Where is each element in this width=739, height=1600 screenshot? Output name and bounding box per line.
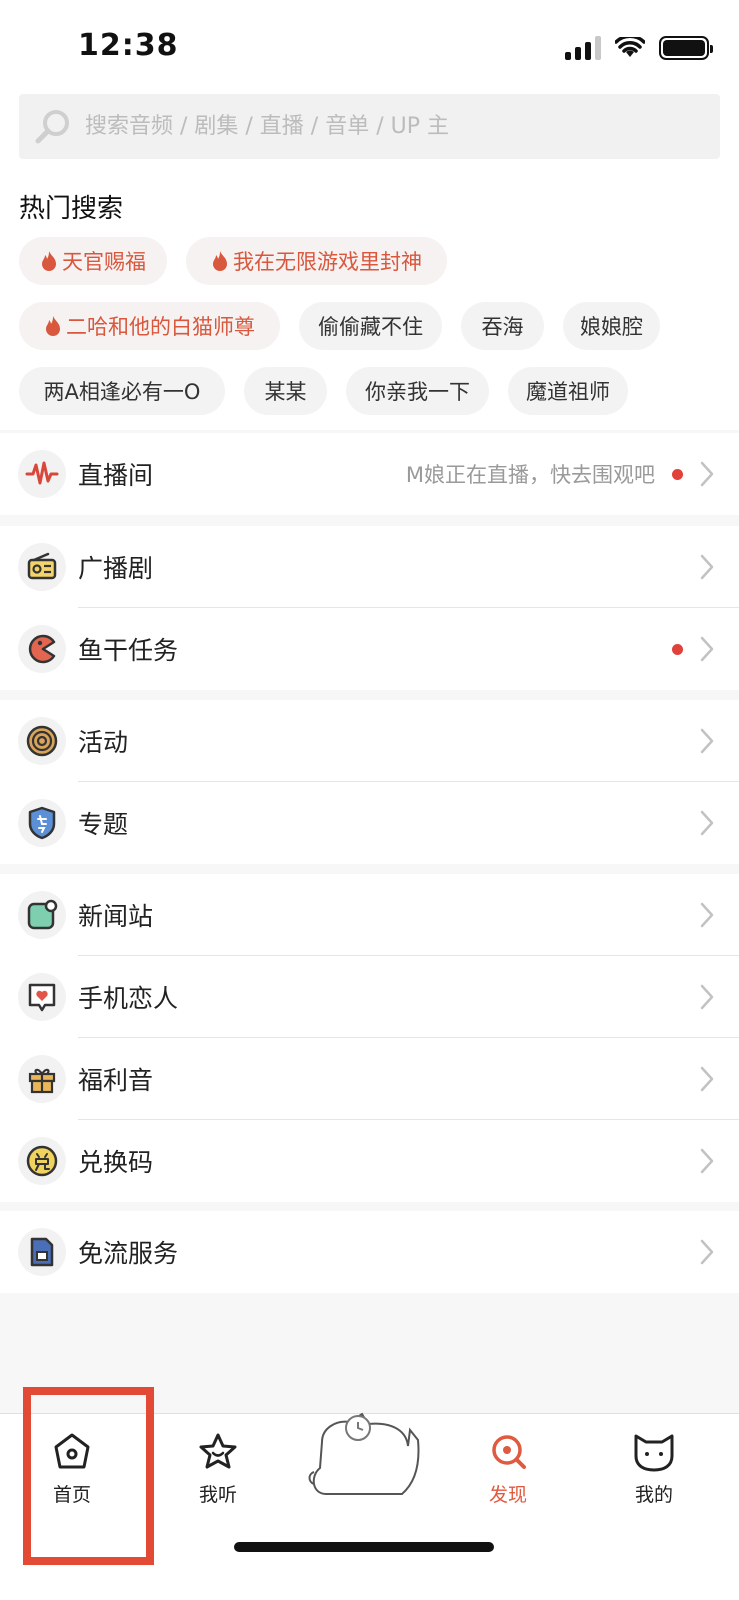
hot-tag[interactable]: 魔道祖师 <box>508 367 628 415</box>
search-box[interactable] <box>19 94 720 159</box>
chevron-right-icon <box>700 728 714 754</box>
notification-dot <box>672 643 683 655</box>
radio-icon <box>18 543 66 591</box>
status-icons <box>565 34 713 62</box>
tab-mine[interactable]: 我的 <box>594 1414 714 1534</box>
menu-label: 活动 <box>78 728 129 757</box>
menu-item-redeem[interactable]: 兑换码 <box>0 1120 739 1202</box>
tab-label: 我听 <box>198 1484 237 1506</box>
chevron-right-icon <box>700 984 714 1010</box>
menu-item-phone-lover[interactable]: 手机恋人 <box>0 956 739 1038</box>
menu-item-activity[interactable]: 活动 <box>0 700 739 782</box>
tab-label: 我的 <box>634 1484 673 1506</box>
menu-label: 福利音 <box>78 1066 154 1095</box>
menu-label: 免流服务 <box>78 1239 179 1268</box>
chevron-right-icon <box>700 1066 714 1092</box>
tag-label: 天官赐福 <box>62 250 146 274</box>
tag-label: 你亲我一下 <box>365 380 470 404</box>
chevron-right-icon <box>700 636 714 662</box>
menu-block-live: 直播间 M娘正在直播，快去围观吧 <box>0 433 739 515</box>
search-icon <box>35 109 69 143</box>
chevron-right-icon <box>700 810 714 836</box>
hot-tag[interactable]: 天官赐福 <box>19 237 167 285</box>
chevron-right-icon <box>700 1148 714 1174</box>
menu-item-topic[interactable]: 专题 <box>0 782 739 864</box>
cat-mascot-icon <box>302 1412 426 1496</box>
hot-search-title: 热门搜索 <box>19 194 124 224</box>
tab-label: 发现 <box>488 1484 527 1506</box>
hot-tag[interactable]: 你亲我一下 <box>346 367 489 415</box>
hot-tag[interactable]: 偷偷藏不住 <box>299 302 442 350</box>
redeem-coin-icon <box>18 1137 66 1185</box>
menu-label: 专题 <box>78 810 129 839</box>
notification-dot <box>672 468 683 480</box>
activity-target-icon <box>18 717 66 765</box>
star-icon <box>158 1430 278 1474</box>
discover-search-icon <box>448 1430 568 1474</box>
topic-shield-icon <box>18 799 66 847</box>
gift-icon <box>18 1055 66 1103</box>
pacman-icon <box>18 625 66 673</box>
fire-icon <box>211 250 229 272</box>
heart-chat-icon <box>18 973 66 1021</box>
menu-item-news[interactable]: 新闻站 <box>0 874 739 956</box>
status-time: 12:38 <box>78 28 179 63</box>
tag-label: 两A相逢必有一O <box>43 380 201 404</box>
tag-label: 吞海 <box>481 315 524 339</box>
home-tab-highlight-box <box>23 1387 154 1565</box>
tag-label: 娘娘腔 <box>580 315 643 339</box>
tab-center-cat[interactable] <box>302 1412 426 1534</box>
hot-tag[interactable]: 某某 <box>244 367 327 415</box>
news-icon <box>18 891 66 939</box>
hot-tag[interactable]: 娘娘腔 <box>563 302 660 350</box>
menu-item-free-data[interactable]: 免流服务 <box>0 1211 739 1293</box>
menu-item-live[interactable]: 直播间 M娘正在直播，快去围观吧 <box>0 433 739 515</box>
fire-icon <box>44 315 62 337</box>
fire-icon <box>40 250 58 272</box>
status-bar: 12:38 <box>0 0 739 96</box>
chevron-right-icon <box>700 902 714 928</box>
menu-item-welfare[interactable]: 福利音 <box>0 1038 739 1120</box>
battery-icon <box>659 36 713 60</box>
live-hint: M娘正在直播，快去围观吧 <box>405 463 655 487</box>
tag-label: 偷偷藏不住 <box>318 315 423 339</box>
signal-icon <box>565 36 601 60</box>
cat-face-icon <box>594 1430 714 1474</box>
menu-label: 鱼干任务 <box>78 636 179 665</box>
chevron-right-icon <box>700 461 714 487</box>
hot-tag[interactable]: 两A相逢必有一O <box>19 367 225 415</box>
menu-block-free-data: 免流服务 <box>0 1211 739 1293</box>
wifi-icon <box>615 37 645 57</box>
tag-label: 二哈和他的白猫师尊 <box>66 315 255 339</box>
tab-discover[interactable]: 发现 <box>448 1414 568 1534</box>
tab-listen[interactable]: 我听 <box>158 1414 278 1534</box>
hot-tag[interactable]: 我在无限游戏里封神 <box>186 237 447 285</box>
menu-label: 新闻站 <box>78 902 154 931</box>
menu-label: 手机恋人 <box>78 984 179 1013</box>
menu-item-drama[interactable]: 广播剧 <box>0 526 739 608</box>
hot-tag[interactable]: 吞海 <box>461 302 544 350</box>
chevron-right-icon <box>700 554 714 580</box>
tag-label: 我在无限游戏里封神 <box>233 250 422 274</box>
home-indicator[interactable] <box>234 1542 494 1552</box>
search-input[interactable] <box>85 114 685 139</box>
hot-tag[interactable]: 二哈和他的白猫师尊 <box>19 302 280 350</box>
tag-label: 某某 <box>264 380 307 404</box>
sim-card-icon <box>18 1228 66 1276</box>
live-wave-icon <box>18 450 66 498</box>
menu-label: 直播间 <box>78 461 154 490</box>
menu-label: 广播剧 <box>78 554 154 583</box>
menu-label: 兑换码 <box>78 1148 154 1177</box>
chevron-right-icon <box>700 1239 714 1265</box>
menu-block-drama: 广播剧 鱼干任务 <box>0 526 739 690</box>
menu-block-news: 新闻站 手机恋人 福利音 兑换码 <box>0 874 739 1202</box>
tag-label: 魔道祖师 <box>526 380 610 404</box>
menu-block-activity: 活动 专题 <box>0 700 739 864</box>
menu-item-fish-task[interactable]: 鱼干任务 <box>0 608 739 690</box>
